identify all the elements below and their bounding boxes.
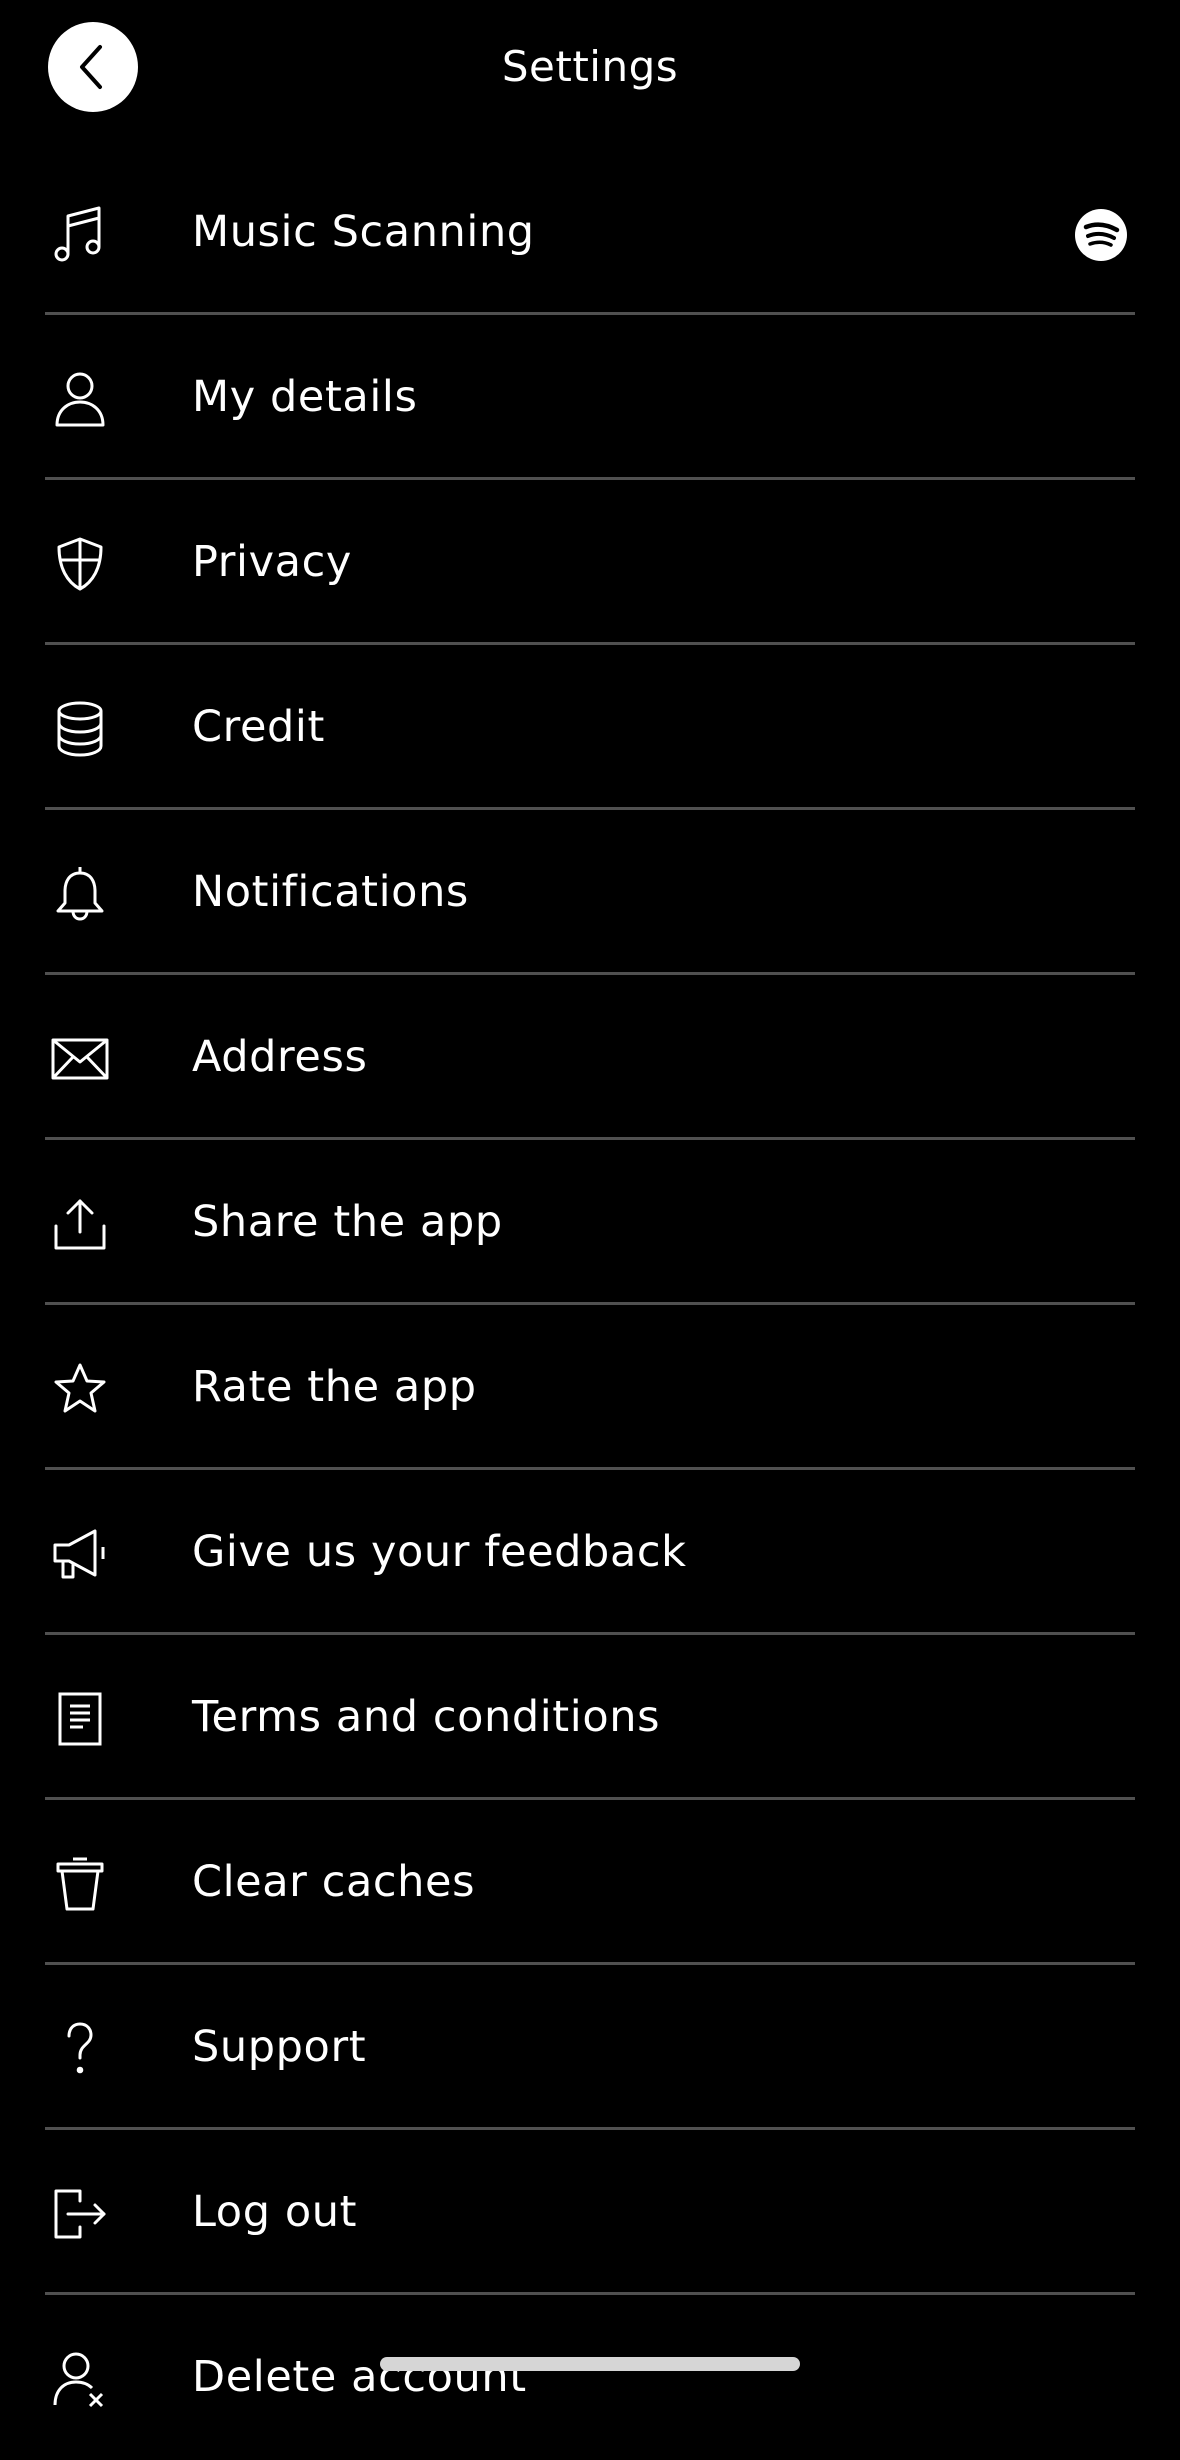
settings-item-label: My details	[192, 372, 418, 422]
settings-item-label: Share the app	[192, 1197, 503, 1247]
trash-icon	[50, 1854, 110, 1914]
settings-item-label: Terms and conditions	[192, 1692, 661, 1742]
settings-item-delete-account[interactable]: Delete account	[0, 2295, 1180, 2460]
settings-item-label: Rate the app	[192, 1362, 477, 1412]
settings-list: Music Scanning My details Privacy Credit…	[0, 150, 1180, 2460]
settings-item-label: Music Scanning	[192, 207, 535, 257]
settings-item-feedback[interactable]: Give us your feedback	[0, 1470, 1180, 1635]
settings-item-terms[interactable]: Terms and conditions	[0, 1635, 1180, 1800]
coin-stack-icon	[50, 699, 110, 759]
header: Settings	[0, 0, 1180, 134]
settings-item-share-the-app[interactable]: Share the app	[0, 1140, 1180, 1305]
home-indicator[interactable]	[380, 2357, 800, 2371]
share-icon	[50, 1194, 110, 1254]
shield-icon	[50, 534, 110, 594]
settings-item-label: Log out	[192, 2187, 358, 2237]
settings-item-address[interactable]: Address	[0, 975, 1180, 1140]
settings-item-label: Address	[192, 1032, 368, 1082]
question-mark-icon	[50, 2019, 110, 2079]
megaphone-icon	[50, 1524, 110, 1584]
settings-item-label: Delete account	[192, 2352, 527, 2402]
music-note-icon	[50, 204, 110, 264]
bell-icon	[50, 864, 110, 924]
settings-item-label: Notifications	[192, 867, 469, 917]
user-icon	[50, 369, 110, 429]
logout-icon	[50, 2184, 110, 2244]
settings-item-privacy[interactable]: Privacy	[0, 480, 1180, 645]
settings-item-clear-caches[interactable]: Clear caches	[0, 1800, 1180, 1965]
spotify-icon	[1074, 208, 1128, 262]
envelope-icon	[50, 1029, 110, 1089]
settings-item-label: Privacy	[192, 537, 352, 587]
settings-item-log-out[interactable]: Log out	[0, 2130, 1180, 2295]
settings-item-label: Support	[192, 2022, 367, 2072]
settings-item-my-details[interactable]: My details	[0, 315, 1180, 480]
user-remove-icon	[50, 2349, 110, 2409]
settings-item-credit[interactable]: Credit	[0, 645, 1180, 810]
settings-item-label: Credit	[192, 702, 325, 752]
settings-item-support[interactable]: Support	[0, 1965, 1180, 2130]
settings-item-notifications[interactable]: Notifications	[0, 810, 1180, 975]
settings-item-music-scanning[interactable]: Music Scanning	[0, 150, 1180, 315]
document-icon	[50, 1689, 110, 1749]
star-icon	[50, 1359, 110, 1419]
settings-item-label: Clear caches	[192, 1857, 476, 1907]
settings-item-label: Give us your feedback	[192, 1527, 687, 1577]
settings-item-rate-the-app[interactable]: Rate the app	[0, 1305, 1180, 1470]
page-title: Settings	[501, 42, 679, 91]
